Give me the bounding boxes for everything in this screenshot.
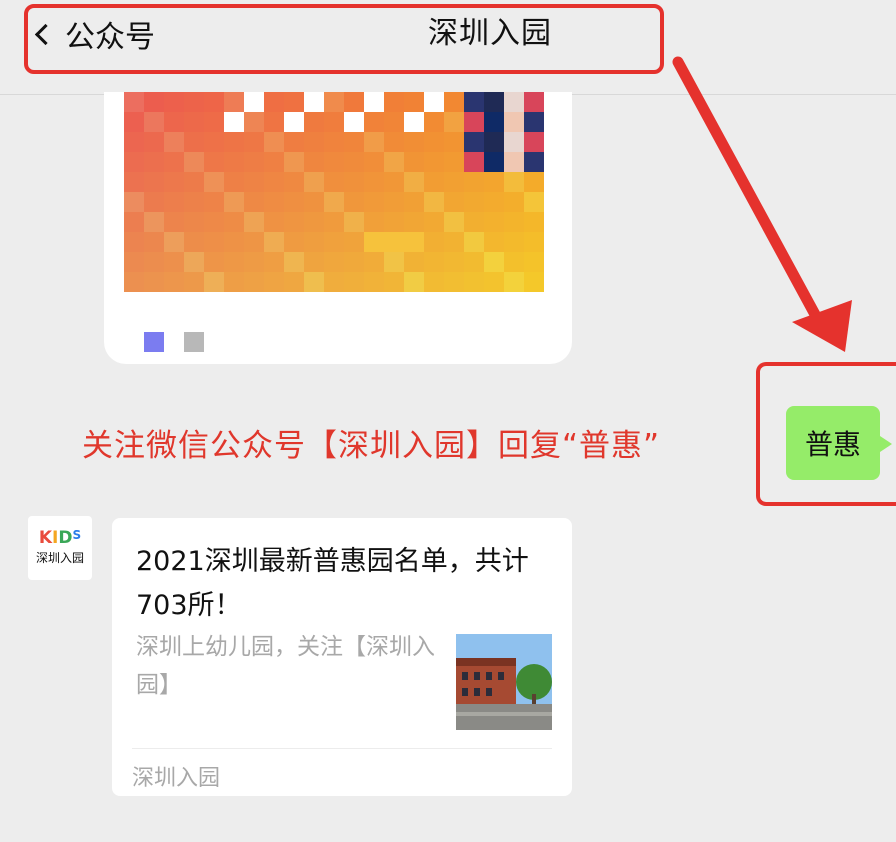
school-building-image	[456, 634, 552, 730]
avatar-account-name: 深圳入园	[35, 551, 84, 565]
article-thumbnail	[456, 634, 552, 730]
instruction-text: 关注微信公众号【深圳入园】回复“普惠”	[82, 428, 661, 464]
divider	[132, 748, 552, 749]
account-avatar[interactable]: KIDS 深圳入园	[28, 516, 92, 580]
article-title: 2021深圳最新普惠园名单，共计703所！	[136, 546, 529, 621]
reply-bubble[interactable]: 普惠	[786, 406, 892, 480]
article-source: 深圳入园	[132, 766, 221, 791]
kids-logo: KIDS	[38, 528, 82, 548]
article-description: 深圳上幼儿园，关注【深圳入园】	[136, 634, 435, 698]
reply-text: 普惠	[804, 428, 861, 461]
article-card[interactable]: 2021深圳最新普惠园名单，共计703所！ 深圳上幼儿园，关注【深圳入园】 深圳…	[112, 518, 572, 796]
